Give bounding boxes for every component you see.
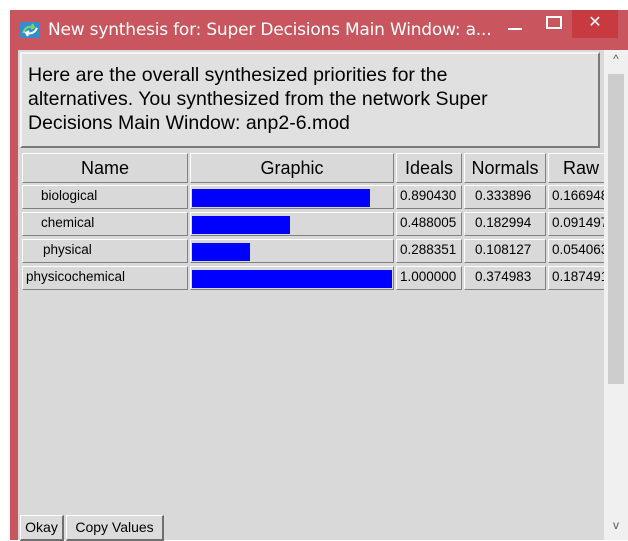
row-graphic [190, 239, 394, 263]
message-line-2: alternatives. You synthesized from the n… [28, 88, 488, 110]
row-raw: 0.091497 [548, 212, 608, 236]
header-ideals[interactable]: Ideals [396, 153, 462, 183]
row-ideal: 0.890430 [396, 185, 462, 209]
row-graphic [190, 185, 394, 209]
message-line-1: Here are the overall synthesized priorit… [28, 64, 448, 86]
close-button[interactable]: ✕ [572, 10, 618, 38]
app-icon [20, 22, 40, 38]
title-bar[interactable]: New synthesis for: Super Decisions Main … [10, 10, 628, 50]
scroll-down-icon[interactable]: v [608, 518, 624, 534]
row-raw: 0.187491 [548, 266, 608, 290]
row-normal: 0.108127 [464, 239, 546, 263]
header-raw[interactable]: Raw [548, 153, 608, 183]
row-name: physicochemical [22, 266, 188, 290]
row-name: chemical [22, 212, 188, 236]
row-graphic [190, 266, 394, 290]
row-ideal: 1.000000 [396, 266, 462, 290]
message-line-3: Decisions Main Window: anp2-6.mod [28, 112, 350, 134]
row-graphic [190, 212, 394, 236]
row-ideal: 0.288351 [396, 239, 462, 263]
header-normals[interactable]: Normals [464, 153, 546, 183]
scroll-thumb[interactable] [608, 74, 624, 384]
priority-bar [192, 243, 250, 261]
window-title: New synthesis for: Super Decisions Main … [48, 20, 492, 40]
minimize-button[interactable] [500, 10, 530, 40]
row-normal: 0.182994 [464, 212, 546, 236]
row-ideal: 0.488005 [396, 212, 462, 236]
priority-bar [192, 270, 392, 288]
row-name: biological [22, 185, 188, 209]
row-normal: 0.374983 [464, 266, 546, 290]
client-area: Here are the overall synthesized priorit… [18, 50, 628, 541]
priority-bar [192, 216, 290, 234]
close-icon: ✕ [588, 14, 602, 31]
row-normal: 0.333896 [464, 185, 546, 209]
okay-button[interactable]: Okay [20, 515, 64, 541]
header-graphic[interactable]: Graphic [190, 153, 394, 183]
row-raw: 0.166948 [548, 185, 608, 209]
copy-values-button[interactable]: Copy Values [66, 515, 164, 541]
synthesis-window: New synthesis for: Super Decisions Main … [10, 10, 628, 541]
row-name: physical [22, 239, 188, 263]
row-raw: 0.054063 [548, 239, 608, 263]
header-name[interactable]: Name [22, 153, 188, 183]
minimize-icon [508, 28, 522, 30]
synthesis-message: Here are the overall synthesized priorit… [20, 52, 600, 148]
priority-bar [192, 189, 370, 207]
maximize-button[interactable] [538, 10, 568, 40]
vertical-scrollbar[interactable]: ^ v [604, 50, 628, 540]
scroll-up-icon[interactable]: ^ [608, 52, 624, 68]
maximize-icon [546, 16, 562, 29]
